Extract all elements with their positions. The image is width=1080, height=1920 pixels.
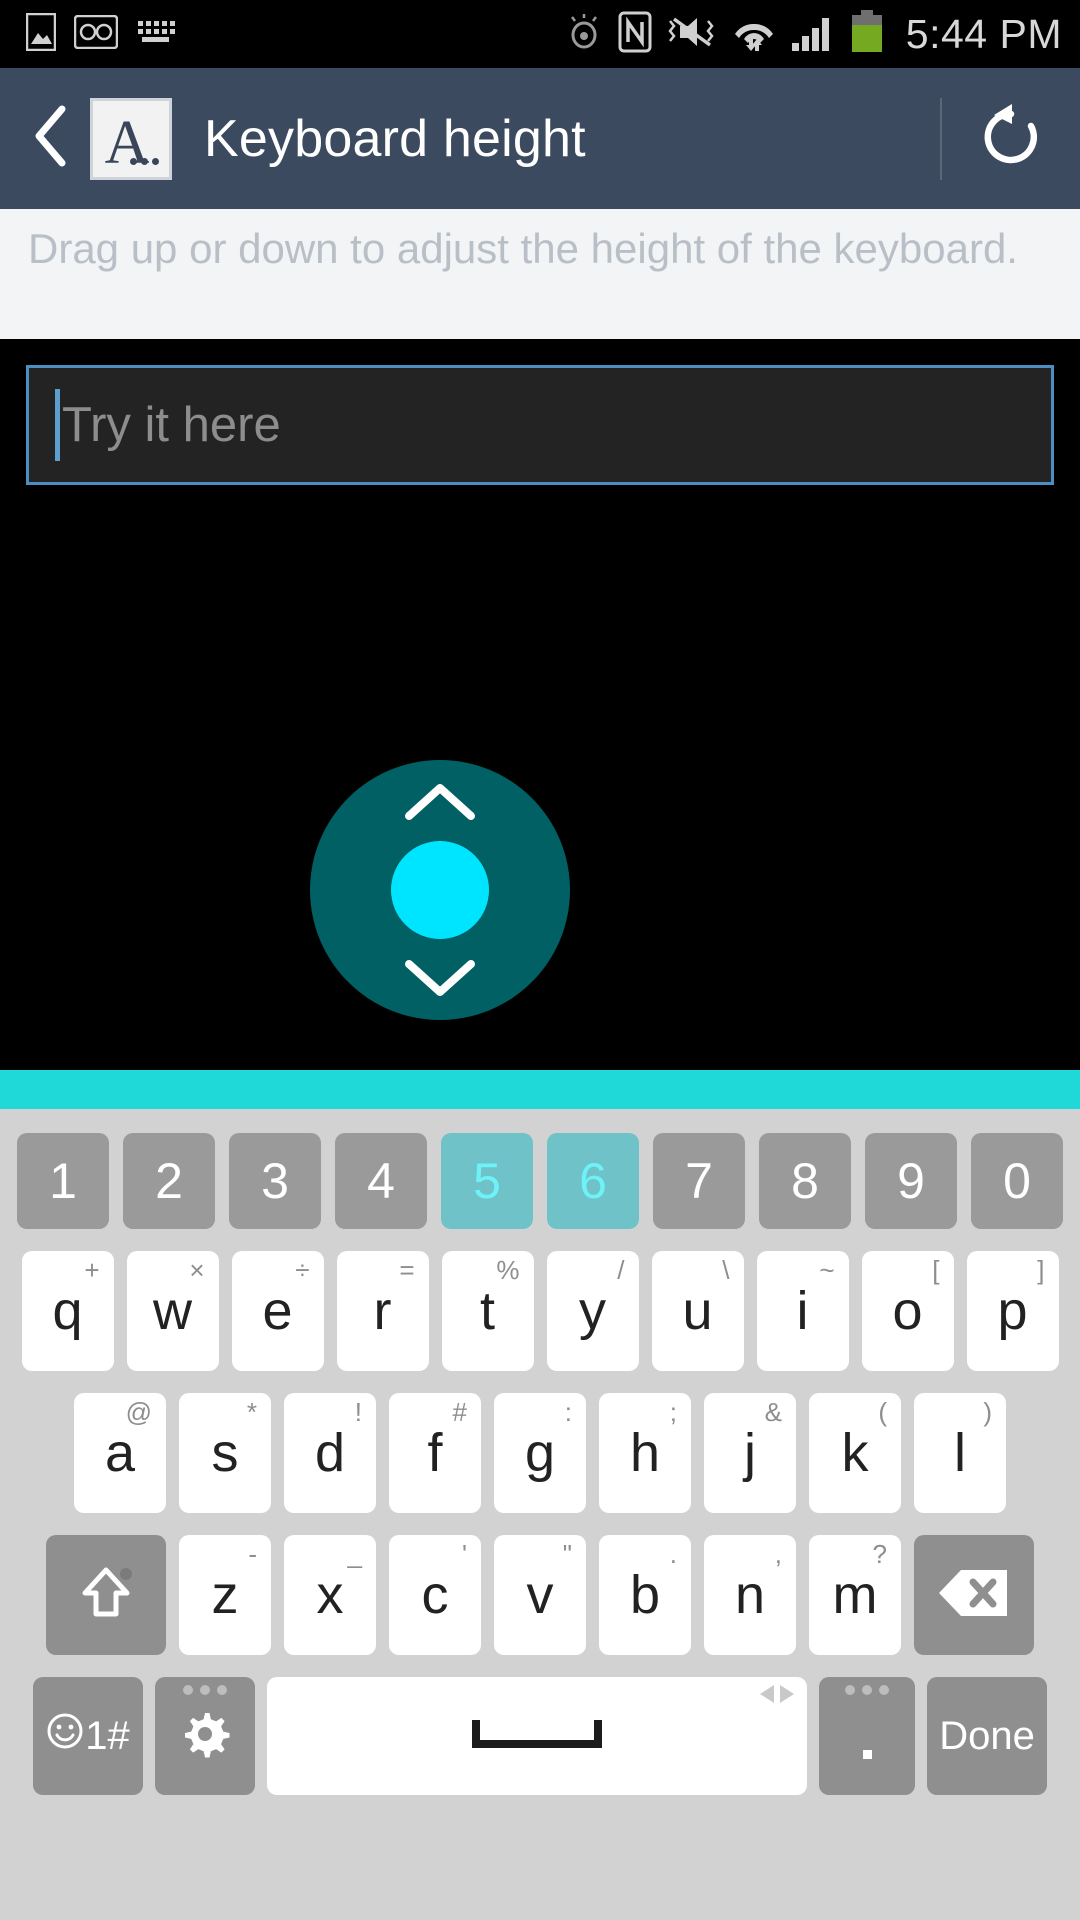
text-cursor xyxy=(55,389,60,461)
try-it-placeholder: Try it here xyxy=(62,398,281,452)
backspace-key[interactable] xyxy=(914,1535,1034,1655)
key-2[interactable]: 2 xyxy=(123,1133,215,1229)
emoji-smiley-icon xyxy=(46,1712,84,1760)
gear-icon xyxy=(178,1707,232,1766)
mute-vibrate-icon xyxy=(666,11,718,58)
key-g[interactable]: :g xyxy=(494,1393,586,1513)
done-key[interactable]: Done xyxy=(927,1677,1047,1795)
key-6[interactable]: 6 xyxy=(547,1133,639,1229)
settings-key-dots xyxy=(183,1685,227,1695)
key-n[interactable]: ,n xyxy=(704,1535,796,1655)
key-f[interactable]: # f xyxy=(389,1393,481,1513)
status-bar-right-icons: 5:44 PM xyxy=(564,9,1080,59)
reset-button[interactable] xyxy=(942,100,1080,177)
nfc-icon xyxy=(618,11,652,58)
key-q[interactable]: + q xyxy=(21,1251,114,1371)
symbol-key[interactable]: 1# xyxy=(33,1677,143,1795)
key-p[interactable]: ] p xyxy=(966,1251,1059,1371)
keyboard-icon xyxy=(136,17,182,52)
key-o[interactable]: [o xyxy=(861,1251,954,1371)
key-z[interactable]: -z xyxy=(179,1535,271,1655)
key-l[interactable]: ) l xyxy=(914,1393,1006,1513)
period-key-dots xyxy=(845,1685,889,1695)
row-left-spacer xyxy=(9,1393,61,1513)
space-key[interactable] xyxy=(267,1677,807,1795)
key-r[interactable]: = r xyxy=(336,1251,429,1371)
signal-icon xyxy=(790,11,836,58)
instruction-text: Drag up or down to adjust the height of … xyxy=(28,225,1018,272)
key-d[interactable]: ! d xyxy=(284,1393,376,1513)
settings-key[interactable] xyxy=(155,1677,255,1795)
reset-undo-icon xyxy=(976,100,1046,177)
key-m[interactable]: ? m xyxy=(809,1535,901,1655)
key-5[interactable]: 5 xyxy=(441,1133,533,1229)
key-4[interactable]: 4 xyxy=(335,1133,427,1229)
backspace-icon xyxy=(937,1566,1011,1625)
keyboard-height-divider xyxy=(0,1070,1080,1109)
instruction-banner: Drag up or down to adjust the height of … xyxy=(0,209,1080,339)
period-key[interactable] xyxy=(819,1677,915,1795)
key-8[interactable]: 8 xyxy=(759,1133,851,1229)
status-bar: 5:44 PM xyxy=(0,0,1080,68)
key-w[interactable]: × w xyxy=(126,1251,219,1371)
shift-key[interactable] xyxy=(46,1535,166,1655)
key-s[interactable]: * s xyxy=(179,1393,271,1513)
key-v[interactable]: " v xyxy=(494,1535,586,1655)
key-c[interactable]: ' c xyxy=(389,1535,481,1655)
try-it-input[interactable]: Try it here xyxy=(26,365,1054,485)
key-3[interactable]: 3 xyxy=(229,1133,321,1229)
keyboard-row-home: @ a * s ! d # f :g ; h & j (k ) l xyxy=(0,1371,1080,1513)
eye-icon xyxy=(564,13,604,56)
app-header: A Keyboard height xyxy=(0,68,1080,209)
app-icon-dots xyxy=(130,157,159,165)
key-u[interactable]: \ u xyxy=(651,1251,744,1371)
key-x[interactable]: _ x xyxy=(284,1535,376,1655)
left-right-arrows-icon xyxy=(757,1683,797,1705)
key-e[interactable]: ÷ e xyxy=(231,1251,324,1371)
preview-area: Try it here xyxy=(0,339,1080,1070)
image-icon xyxy=(25,12,57,56)
key-y[interactable]: / y xyxy=(546,1251,639,1371)
keyboard-row-numbers: 1 2 3 4 5 6 7 8 9 0 xyxy=(0,1109,1080,1229)
shift-arrow-icon xyxy=(73,1560,139,1631)
done-key-label: Done xyxy=(939,1714,1035,1758)
keyboard: 1 2 3 4 5 6 7 8 9 0 + q × w ÷ e = r % t / y \ u… xyxy=(0,1109,1080,1920)
status-bar-clock: 5:44 PM xyxy=(905,10,1062,57)
keyboard-row-top: + q × w ÷ e = r % t / y \ u ~ i [o ] p xyxy=(0,1229,1080,1371)
key-9[interactable]: 9 xyxy=(865,1133,957,1229)
keyboard-row-bottom: -z _ x ' c " v .b ,n ? m xyxy=(0,1513,1080,1655)
row-right-spacer xyxy=(1019,1393,1071,1513)
voicemail-icon xyxy=(73,14,119,54)
symbol-key-label: 1# xyxy=(85,1713,130,1758)
wifi-icon xyxy=(732,11,776,58)
space-bar-icon xyxy=(472,1718,602,1755)
page-title: Keyboard height xyxy=(204,109,586,168)
key-t[interactable]: % t xyxy=(441,1251,534,1371)
status-bar-left-icons xyxy=(0,12,182,56)
key-1[interactable]: 1 xyxy=(17,1133,109,1229)
period-key-dot xyxy=(862,1749,872,1759)
keyboard-row-function: 1# Done xyxy=(0,1655,1080,1795)
symbol-key-content: 1# xyxy=(46,1712,130,1760)
app-letter-a-icon: A xyxy=(90,97,172,180)
key-a[interactable]: @ a xyxy=(74,1393,166,1513)
key-j[interactable]: & j xyxy=(704,1393,796,1513)
back-chevron-icon xyxy=(31,105,69,172)
battery-icon xyxy=(850,9,884,59)
key-0[interactable]: 0 xyxy=(971,1133,1063,1229)
screen-root: 5:44 PM A Keyboard height Drag up or dow… xyxy=(0,0,1080,1920)
back-button[interactable] xyxy=(0,105,86,172)
key-i[interactable]: ~ i xyxy=(756,1251,849,1371)
key-h[interactable]: ; h xyxy=(599,1393,691,1513)
key-k[interactable]: (k xyxy=(809,1393,901,1513)
key-b[interactable]: .b xyxy=(599,1535,691,1655)
key-7[interactable]: 7 xyxy=(653,1133,745,1229)
